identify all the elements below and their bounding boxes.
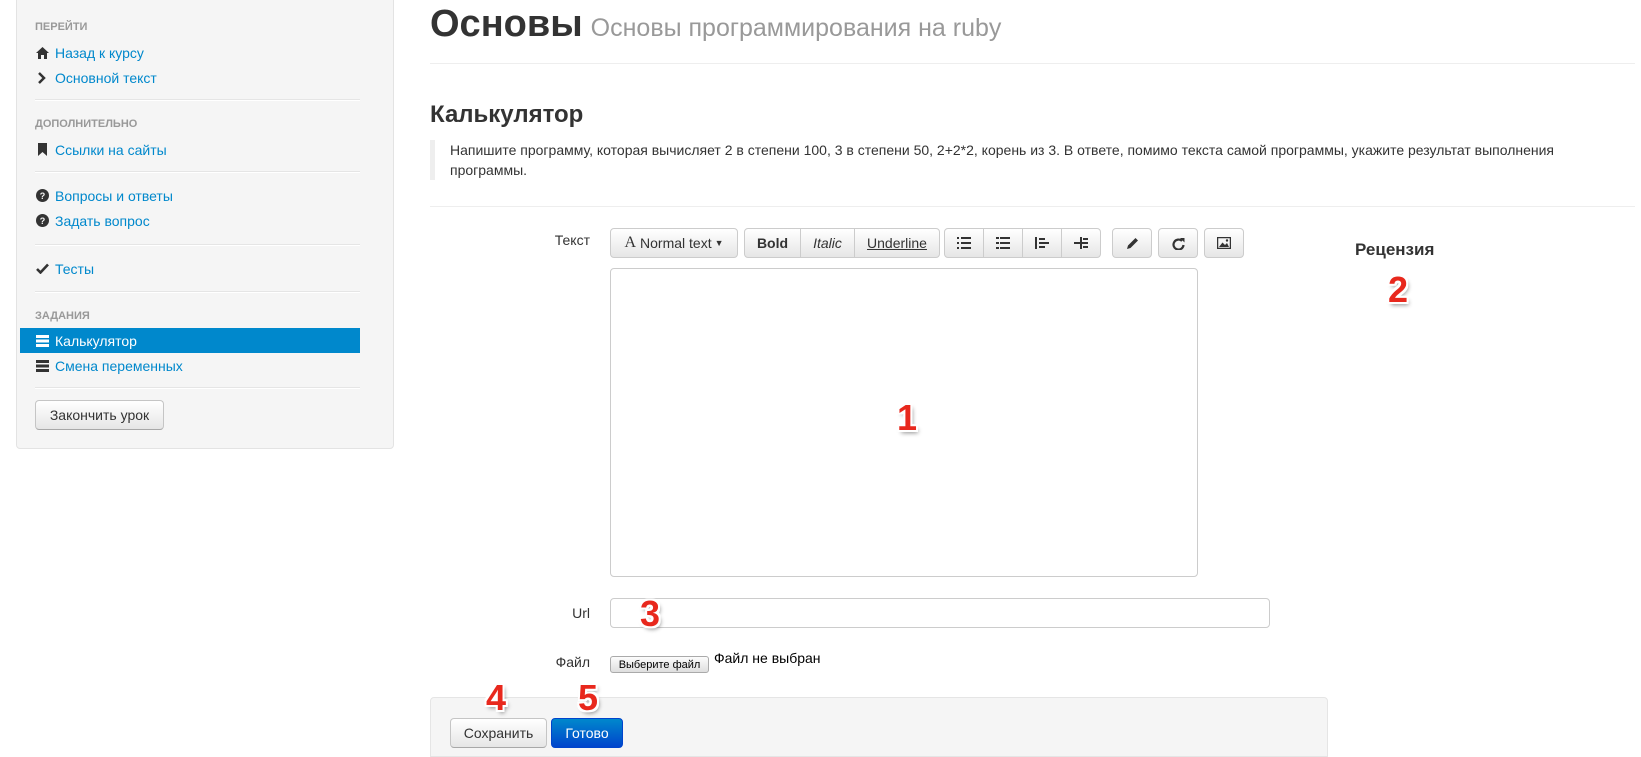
annotation-marker-1: 1 (897, 397, 918, 438)
sidebar-item-label: Смена переменных (55, 357, 183, 374)
choose-file-button[interactable]: Выберите файл (610, 656, 709, 673)
font-icon: A (624, 234, 637, 251)
image-icon (1217, 237, 1231, 249)
format-dropdown[interactable]: A Normal text ▼ (610, 228, 738, 258)
sidebar-item-back-to-course[interactable]: Назад к курсу (20, 40, 360, 65)
nav-divider (35, 291, 360, 293)
done-button[interactable]: Готово (551, 718, 623, 748)
file-status: Файл не выбран (714, 650, 821, 666)
sidebar-item-label: Задать вопрос (55, 212, 150, 229)
redo-group (1158, 228, 1198, 258)
unordered-list-button[interactable] (944, 228, 984, 258)
page-subtitle: Основы программирования на ruby (590, 14, 1002, 42)
sidebar-item-label: Тесты (55, 260, 95, 277)
caret-down-icon: ▼ (714, 238, 724, 248)
format-group: A Normal text ▼ (610, 228, 738, 258)
sidebar-item-label: Назад к курсу (55, 44, 144, 61)
bold-button[interactable]: Bold (744, 228, 801, 258)
url-label: Url (572, 605, 590, 621)
sidebar-item-links[interactable]: Ссылки на сайты (20, 137, 360, 162)
pencil-group (1112, 228, 1152, 258)
sidebar-item-label: Калькулятор (55, 332, 137, 349)
edit-html-button[interactable] (1112, 228, 1152, 258)
nav-divider (35, 171, 360, 173)
list-icon (35, 359, 49, 373)
question-icon: ? (35, 189, 49, 203)
annotation-marker-2: 2 (1388, 269, 1409, 310)
sidebar-item-label: Ссылки на сайты (55, 141, 167, 158)
indent-icon (1074, 237, 1088, 249)
image-group (1204, 228, 1244, 258)
unordered-list-icon (957, 237, 971, 249)
italic-button[interactable]: Italic (800, 228, 855, 258)
sidebar-item-label: Вопросы и ответы (55, 187, 173, 204)
annotation-marker-4: 4 (486, 677, 507, 718)
annotation-marker-5: 5 (578, 677, 599, 718)
header-divider (430, 63, 1635, 64)
insert-image-button[interactable] (1204, 228, 1244, 258)
svg-text:?: ? (39, 216, 45, 226)
section-divider (430, 206, 1635, 207)
outdent-icon (1035, 237, 1049, 249)
list-icon (35, 334, 49, 348)
review-title: Рецензия (1355, 240, 1435, 259)
nav-header-extra: ДОПОЛНИТЕЛЬНО (35, 118, 138, 130)
bookmark-icon (35, 143, 49, 157)
nav-header-go: ПЕРЕЙТИ (35, 21, 88, 33)
question-icon: ? (35, 214, 49, 228)
nav-divider (35, 387, 360, 389)
ordered-list-button[interactable] (983, 228, 1023, 258)
sidebar-item-main-text[interactable]: Основной текст (20, 65, 360, 90)
text-label: Текст (554, 232, 590, 248)
sidebar-item-label: Основной текст (55, 69, 157, 86)
indent-button[interactable] (1061, 228, 1101, 258)
annotation-marker-3: 3 (640, 593, 661, 634)
task-description: Напишите программу, которая вычисляет 2 … (430, 140, 1610, 180)
ordered-list-icon (996, 237, 1010, 249)
sidebar-item-calculator[interactable]: Калькулятор (20, 328, 360, 353)
sidebar-item-variable-swap[interactable]: Смена переменных (20, 353, 360, 378)
pencil-icon (1126, 237, 1138, 249)
file-label: Файл (555, 654, 590, 670)
outdent-button[interactable] (1022, 228, 1062, 258)
check-icon (35, 262, 49, 276)
list-group (944, 228, 1101, 258)
task-title: Калькулятор (430, 101, 584, 128)
home-icon (35, 46, 49, 60)
sidebar-item-qa[interactable]: ? Вопросы и ответы (20, 183, 360, 208)
svg-text:?: ? (39, 191, 45, 201)
chevron-right-icon (35, 71, 49, 85)
nav-header-tasks: ЗАДАНИЯ (35, 310, 90, 322)
page-title-text: Основы (430, 3, 583, 45)
page-title: Основы Основы программирования на ruby (430, 2, 1001, 50)
style-group: Bold Italic Underline (744, 228, 940, 258)
finish-lesson-button[interactable]: Закончить урок (35, 400, 164, 430)
url-input[interactable] (610, 598, 1270, 628)
save-button[interactable]: Сохранить (450, 718, 547, 748)
nav-divider (35, 244, 360, 246)
redo-button[interactable] (1158, 228, 1198, 258)
underline-button[interactable]: Underline (854, 228, 940, 258)
sidebar-item-ask-question[interactable]: ? Задать вопрос (20, 208, 360, 233)
format-dropdown-label: Normal text (640, 235, 712, 251)
redo-icon (1171, 237, 1185, 250)
nav-divider (35, 99, 360, 101)
sidebar-item-tests[interactable]: Тесты (20, 256, 360, 281)
